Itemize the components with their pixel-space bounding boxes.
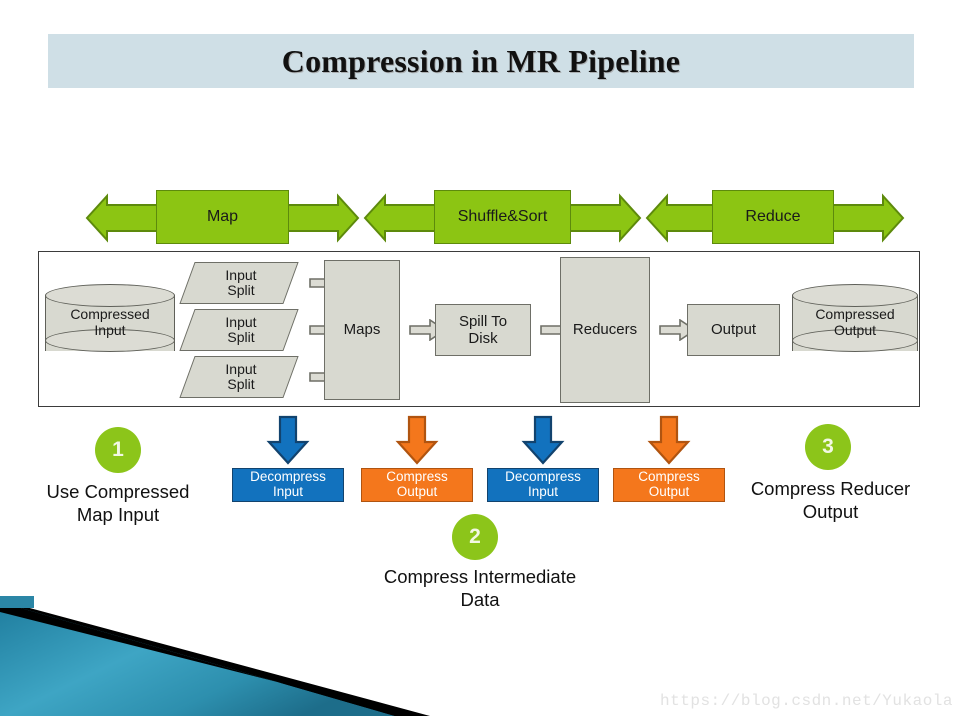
compressed-input-line2: Input [94,322,126,339]
down-arrow-blue-2-icon [521,415,565,465]
reducers-label: Reducers [572,321,638,339]
maps-label: Maps [343,321,381,339]
input-split-1-label: Input Split [189,262,293,304]
down-arrow-orange-1-icon [395,415,439,465]
action-box-4-line2: Output [648,484,690,499]
phase-map: Map [85,190,360,246]
step-1-number: 1 [112,438,124,461]
step-3-caption: Compress Reducer Output [728,478,933,523]
input-split-3-line1: Input [225,360,257,377]
step-2-caption-line1: Compress Intermediate [383,566,577,587]
action-box-compress-output-2: Compress Output [613,468,725,502]
corner-black-edge [0,602,412,716]
input-split-2-label: Input Split [189,309,293,351]
step-2-caption-line2: Data [460,588,500,610]
step-3-caption-line2: Output [802,500,859,522]
compressed-output-label: Compressed Output [792,306,918,338]
down-arrow-blue-1-icon [266,415,310,465]
phase-shuffle-sort-label: Shuffle&Sort [457,208,548,225]
phase-arrow-bar: Map Shuffle&Sort Reduce [85,190,905,246]
input-split-2-line1: Input [225,313,257,330]
input-split-1-line2: Split [227,282,255,298]
compressed-input-line1: Compressed [70,306,150,322]
action-box-1-line1: Decompress [250,469,326,485]
step-2-number: 2 [469,525,481,548]
action-box-decompress-input-1: Decompress Input [232,468,344,502]
cylinder-top [792,284,918,307]
action-box-4-line1: Compress [638,469,700,485]
compressed-input-label: Compressed Input [45,306,175,338]
reducers-box: Reducers [560,257,650,403]
phase-reduce: Reduce [645,190,905,246]
action-box-compress-output-1: Compress Output [361,468,473,502]
phase-reduce-box: Reduce [712,190,834,244]
step-3-circle: 3 [805,424,851,470]
step-1-circle: 1 [95,427,141,473]
compressed-output-line1: Compressed [815,306,895,322]
action-box-3-line1: Decompress [505,469,581,485]
input-split-2-line2: Split [227,329,255,345]
pipeline-frame: Compressed Input Input Split Input Split… [38,251,920,407]
corner-black-stripe [0,600,430,716]
step-2-caption: Compress Intermediate Data [350,566,610,611]
corner-notch [0,596,34,608]
phase-reduce-label: Reduce [745,208,801,225]
slide-canvas: Compression in MR Pipeline Map Shuffle&S… [0,0,961,716]
corner-teal-triangle [0,602,395,716]
action-box-decompress-input-2: Decompress Input [487,468,599,502]
compressed-output-cylinder: Compressed Output [792,284,918,362]
phase-map-box: Map [156,190,289,244]
spill-line2: Disk [468,330,498,347]
watermark-text: https://blog.csdn.net/Yukaola [660,692,953,710]
page-title: Compression in MR Pipeline [281,43,681,79]
action-box-1-line2: Input [272,484,304,499]
action-box-2-line1: Compress [386,469,448,485]
output-label: Output [710,321,757,339]
output-box: Output [687,304,780,356]
action-box-2-line2: Output [396,484,438,499]
step-1-caption-line2: Map Input [76,503,160,525]
cylinder-top [45,284,175,307]
input-split-1: Input Split [179,262,299,304]
step-1-caption: Use Compressed Map Input [20,481,216,526]
input-split-3: Input Split [179,356,299,398]
maps-box: Maps [324,260,400,400]
spill-to-disk-box: Spill To Disk [435,304,531,356]
spill-line1: Spill To [458,312,508,330]
phase-shuffle-sort: Shuffle&Sort [360,190,645,246]
phase-map-label: Map [206,208,239,225]
step-2-circle: 2 [452,514,498,560]
title-band: Compression in MR Pipeline [48,34,914,88]
input-split-2: Input Split [179,309,299,351]
compressed-output-line2: Output [833,322,877,339]
step-1-caption-line1: Use Compressed [46,481,190,502]
input-split-3-label: Input Split [189,356,293,398]
step-3-number: 3 [822,435,834,458]
phase-shuffle-sort-box: Shuffle&Sort [434,190,571,244]
input-split-1-line1: Input [225,266,257,283]
step-3-caption-line1: Compress Reducer [750,478,911,499]
action-box-3-line2: Input [527,484,559,499]
input-split-3-line2: Split [227,376,255,392]
compressed-input-cylinder: Compressed Input [45,284,175,362]
down-arrow-orange-2-icon [647,415,691,465]
